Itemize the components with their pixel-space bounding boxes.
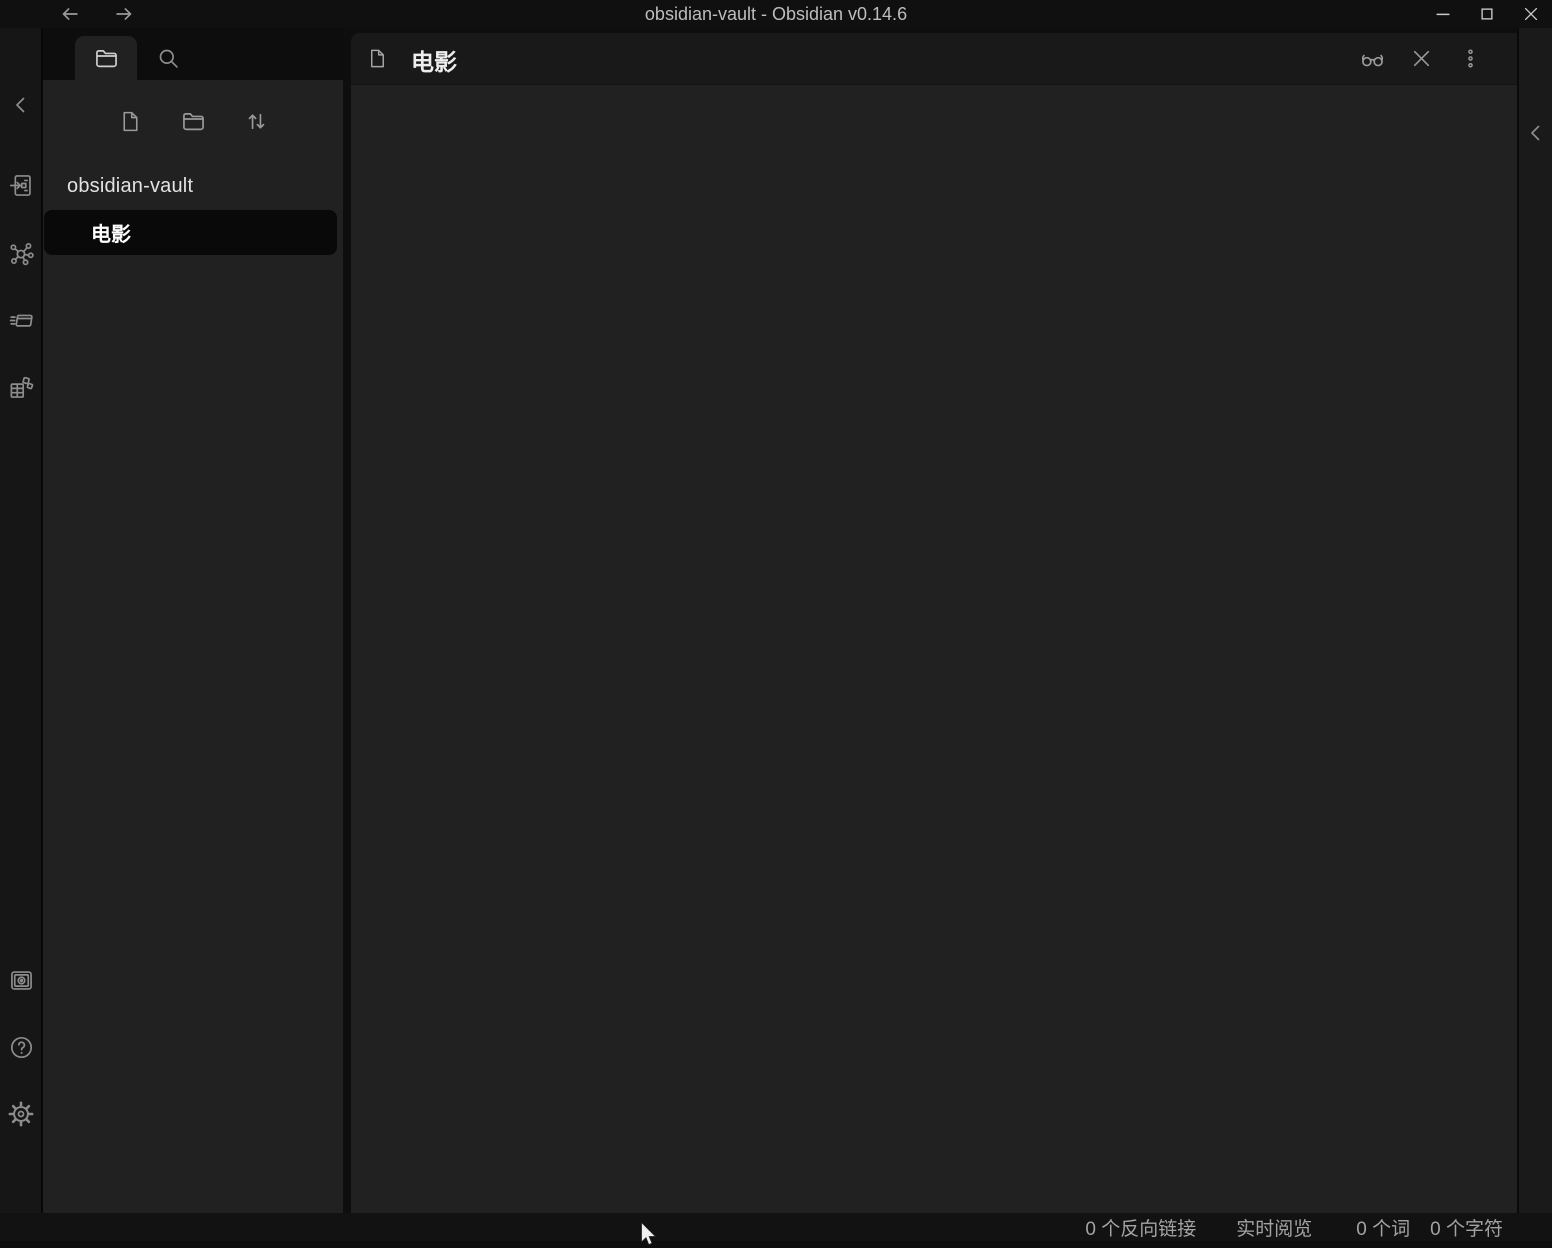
cards-button[interactable] [4, 303, 38, 337]
sort-order-button[interactable] [233, 102, 279, 140]
backlinks-count[interactable]: 0 个反向链接 [1085, 1214, 1196, 1241]
new-folder-icon [180, 108, 207, 135]
expand-right-sidebar-button[interactable] [1520, 116, 1552, 150]
titlebar: obsidian-vault - Obsidian v0.14.6 [0, 0, 1552, 28]
reading-view-button[interactable] [1355, 41, 1389, 75]
pane-header: 电影 [351, 33, 1517, 85]
sidebar-tabstrip [43, 28, 343, 80]
file-item-label: 电影 [44, 218, 131, 247]
question-circle-icon [8, 1034, 35, 1061]
card-lines-icon [8, 307, 35, 334]
settings-button[interactable] [4, 1097, 38, 1131]
char-count: 0 个字符 [1430, 1214, 1503, 1241]
close-icon [1409, 46, 1434, 71]
explorer-actions [43, 102, 343, 140]
new-note-button[interactable] [107, 102, 153, 140]
statusbar: 0 个反向链接 实时阅览 0 个词 0 个字符 [0, 1213, 1552, 1241]
chevron-left-icon [9, 93, 33, 117]
more-options-button[interactable] [1453, 41, 1487, 75]
sort-arrows-icon [243, 108, 270, 135]
vertical-dots-icon [1458, 46, 1483, 71]
new-file-icon [118, 109, 143, 134]
arrow-left-icon [59, 3, 81, 25]
back-button[interactable] [58, 2, 82, 26]
grid-dice-icon [8, 374, 35, 401]
file-explorer-panel: obsidian-vault 电影 [43, 80, 343, 1213]
vault-title[interactable]: obsidian-vault [67, 175, 193, 198]
quick-switcher-button[interactable] [4, 168, 38, 202]
tab-search[interactable] [147, 37, 189, 79]
maximize-button[interactable] [1473, 0, 1501, 28]
close-window-button[interactable] [1517, 0, 1545, 28]
editor-body[interactable] [351, 85, 1517, 1213]
editor-mode-status[interactable]: 实时阅览 [1236, 1214, 1312, 1241]
right-sidebar-strip [1517, 28, 1552, 1213]
minimize-icon [1433, 4, 1453, 24]
window-controls [1429, 0, 1545, 28]
obsidian-window: obsidian-vault - Obsidian v0.14.6 [0, 0, 1552, 1241]
folder-icon [93, 45, 120, 72]
vault-safe-icon [8, 967, 35, 994]
search-icon [155, 45, 182, 72]
close-icon [1521, 4, 1541, 24]
collapse-left-sidebar-button[interactable] [4, 88, 38, 122]
minimize-button[interactable] [1429, 0, 1457, 28]
document-icon [366, 47, 389, 70]
graph-view-button[interactable] [4, 236, 38, 270]
editor-pane: 电影 [351, 33, 1517, 1213]
close-pane-button[interactable] [1404, 41, 1438, 75]
random-note-button[interactable] [4, 370, 38, 404]
open-another-vault-button[interactable] [4, 963, 38, 997]
chevron-left-icon [1524, 121, 1548, 145]
left-ribbon [0, 28, 43, 1213]
pane-actions [1355, 41, 1487, 75]
tab-file-explorer[interactable] [75, 36, 137, 80]
graph-icon [8, 240, 35, 267]
new-folder-button[interactable] [170, 102, 216, 140]
note-title: 电影 [411, 43, 457, 77]
help-button[interactable] [4, 1030, 38, 1064]
file-item-selected[interactable]: 电影 [44, 210, 337, 255]
gear-icon [8, 1101, 34, 1127]
arrow-right-icon [113, 3, 135, 25]
window-title: obsidian-vault - Obsidian v0.14.6 [0, 0, 1552, 28]
glasses-icon [1359, 45, 1386, 72]
word-count: 0 个词 [1356, 1214, 1410, 1241]
forward-button[interactable] [112, 2, 136, 26]
history-nav [58, 0, 136, 28]
file-enter-icon [8, 172, 35, 199]
maximize-icon [1478, 5, 1496, 23]
